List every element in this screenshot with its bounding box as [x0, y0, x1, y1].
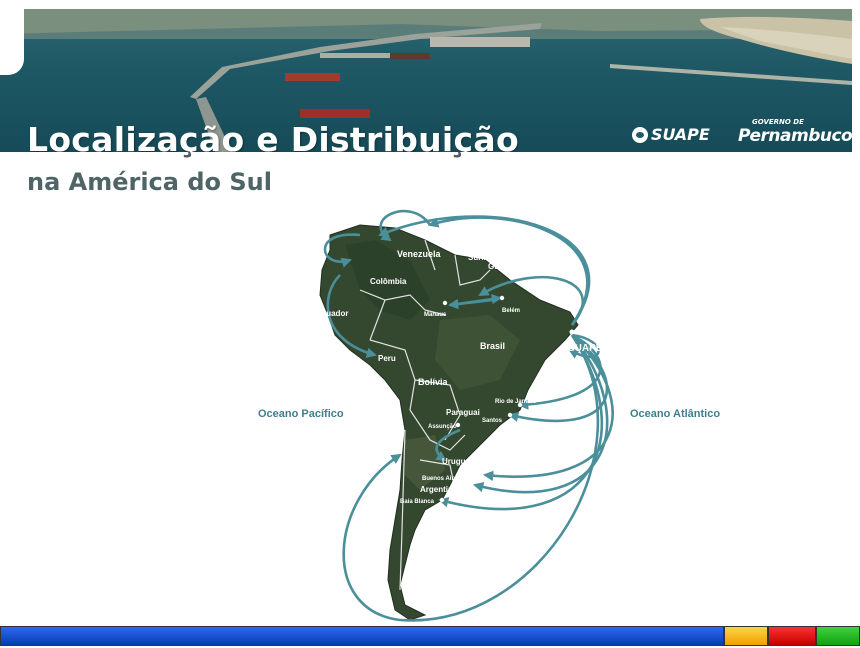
label-guiana-francesa: Guiana Francesa	[488, 262, 553, 271]
label-venezuela: Venezuela	[397, 249, 442, 259]
governo-pernambuco-logo: GOVERNO DE Pernambuco	[738, 118, 853, 146]
suape-logo: SUAPE	[632, 125, 710, 144]
banner-corner-mask	[0, 9, 24, 75]
label-guiana: Guiana	[455, 244, 483, 253]
top-strip	[0, 0, 860, 9]
suape-mark-icon	[632, 126, 648, 143]
footer-green-segment	[816, 626, 860, 646]
label-bolivia: Bolívia	[418, 377, 449, 387]
label-rio: Rio de Janeiro	[495, 399, 537, 405]
label-suriname: Suriname	[468, 253, 505, 262]
label-bahia-blanca: Baía Blanca	[400, 499, 435, 505]
suape-logo-text: SUAPE	[651, 125, 710, 144]
label-equador: Equador	[316, 309, 348, 318]
label-argentina: Argentina	[420, 485, 458, 494]
label-assuncao: Assunção	[428, 424, 457, 430]
footer-blue-segment	[0, 626, 724, 646]
label-colombia: Colômbia	[370, 277, 407, 286]
label-montevideu: Montevidéu	[485, 466, 519, 472]
label-brasil: Brasil	[480, 341, 505, 351]
footer-red-segment	[768, 626, 816, 646]
label-santos: Santos	[482, 418, 503, 424]
label-ocean-atlantic: Oceano Atlântico	[630, 408, 721, 420]
footer-color-bar	[0, 626, 860, 646]
label-chile: Chile	[374, 443, 394, 452]
label-paraguai: Paraguai	[446, 408, 480, 417]
governo-small-text: GOVERNO DE	[752, 118, 804, 126]
footer-yellow-segment	[724, 626, 768, 646]
governo-big-text: Pernambuco	[738, 126, 853, 146]
label-ocean-pacific: Oceano Pacífico	[258, 408, 344, 420]
label-uruguai: Uruguai	[442, 457, 472, 466]
label-manaus: Manaus	[424, 312, 447, 318]
page-title: Localização e Distribuição	[27, 120, 519, 152]
label-buenos-aires: Buenos Aires	[422, 476, 461, 482]
label-suape: SUAPE	[568, 343, 603, 354]
label-peru: Peru	[378, 354, 396, 363]
label-belem: Belém	[502, 308, 520, 314]
page-subtitle: na América do Sul	[27, 168, 272, 196]
